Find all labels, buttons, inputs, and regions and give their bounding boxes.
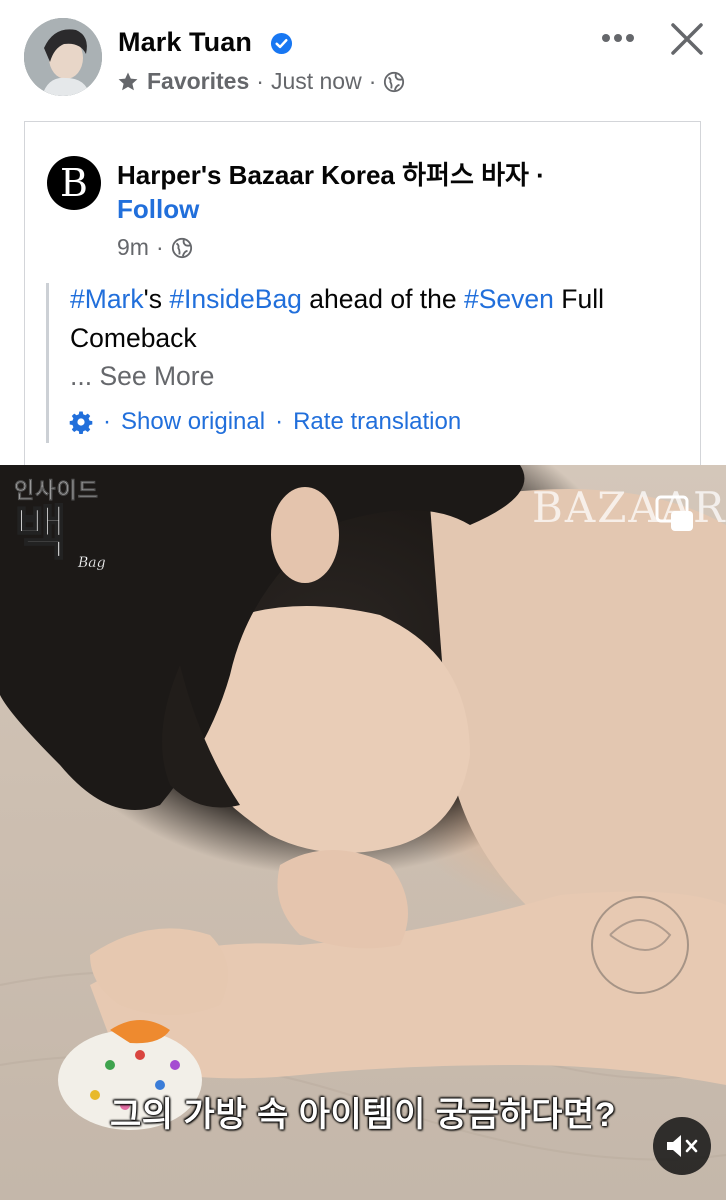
audience-label[interactable]: Favorites bbox=[147, 68, 249, 95]
translation-separator: · bbox=[275, 408, 284, 435]
follow-button[interactable]: Follow bbox=[117, 194, 199, 225]
mute-icon bbox=[667, 1135, 698, 1157]
more-icon bbox=[602, 34, 634, 42]
shared-post-time[interactable]: 9m bbox=[117, 234, 149, 261]
post-meta: Favorites · Just now · bbox=[116, 68, 405, 95]
logo-sub-text: Bag bbox=[78, 555, 106, 571]
gear-icon[interactable] bbox=[69, 410, 93, 434]
translation-separator: · bbox=[103, 408, 111, 435]
see-more-link[interactable]: ... See More bbox=[70, 357, 214, 396]
hashtag-link[interactable]: #Seven bbox=[464, 284, 554, 314]
caption-text: ahead of the bbox=[301, 284, 465, 314]
more-options-button[interactable] bbox=[596, 22, 640, 54]
page-logo[interactable]: B bbox=[47, 156, 101, 210]
pip-icon[interactable] bbox=[655, 495, 695, 533]
rate-translation-link[interactable]: Rate translation bbox=[293, 408, 461, 436]
avatar[interactable] bbox=[24, 18, 102, 96]
video-subtitle: 그의 가방 속 아이템이 궁금하다면? bbox=[110, 1096, 616, 1134]
meta-separator: · bbox=[368, 68, 377, 94]
hashtag-link[interactable]: #Mark bbox=[70, 284, 144, 314]
caption-text: 's bbox=[143, 284, 170, 314]
author-name[interactable]: Mark Tuan bbox=[118, 27, 252, 58]
bazaar-watermark: BAZAAR bbox=[532, 483, 726, 532]
avatar-photo bbox=[24, 18, 102, 96]
post-caption: #Mark's #InsideBag ahead of the #Seven F… bbox=[70, 280, 690, 357]
hashtag-link[interactable]: #InsideBag bbox=[169, 284, 302, 314]
video-player[interactable]: 인사이드 백 Bag BAZAAR 그의 가방 속 아이템이 궁금하다면? bbox=[0, 465, 726, 1200]
meta-separator: · bbox=[256, 68, 264, 94]
verified-icon bbox=[270, 32, 293, 55]
meta-separator: · bbox=[155, 234, 164, 260]
close-icon[interactable] bbox=[664, 16, 710, 62]
quote-bar bbox=[46, 283, 49, 443]
shared-post-meta: 9m · bbox=[117, 234, 193, 261]
show-original-link[interactable]: Show original bbox=[121, 408, 265, 436]
inside-bag-logo: 인사이드 백 Bag bbox=[13, 473, 106, 571]
post-time[interactable]: Just now bbox=[271, 68, 362, 95]
page-name[interactable]: Harper's Bazaar Korea 하퍼스 바자 · bbox=[117, 155, 545, 192]
mute-button[interactable] bbox=[653, 1117, 711, 1175]
star-icon bbox=[118, 72, 138, 90]
globe-icon bbox=[384, 71, 405, 92]
globe-icon bbox=[171, 237, 192, 258]
translation-row: · Show original · Rate translation bbox=[69, 408, 461, 436]
